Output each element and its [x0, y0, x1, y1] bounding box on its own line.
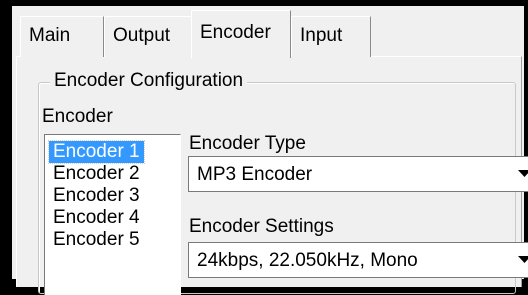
encoder-list[interactable]: Encoder 1 Encoder 2 Encoder 3 Encoder 4 … — [44, 134, 181, 295]
encoder-dialog: Main Output Encoder Input Encoder Config… — [12, 6, 528, 295]
tab-main[interactable]: Main — [20, 16, 104, 57]
list-item-encoder-3[interactable]: Encoder 3 — [49, 185, 144, 207]
encoder-type-label: Encoder Type — [189, 133, 306, 154]
encoder-settings-label: Encoder Settings — [189, 216, 334, 237]
tab-encoder[interactable]: Encoder — [191, 10, 291, 58]
chevron-down-icon[interactable] — [513, 157, 528, 191]
group-title: Encoder Configuration — [50, 70, 248, 92]
list-item-encoder-5[interactable]: Encoder 5 — [49, 229, 144, 251]
list-item-encoder-1[interactable]: Encoder 1 — [48, 140, 145, 164]
list-item-encoder-2[interactable]: Encoder 2 — [49, 163, 144, 185]
encoder-settings-select[interactable]: 24kbps, 22.050kHz, Mono — [188, 242, 528, 278]
tab-output-label: Output — [113, 25, 171, 46]
tab-encoder-label: Encoder — [200, 22, 271, 43]
tab-main-label: Main — [29, 25, 71, 46]
tab-output[interactable]: Output — [104, 16, 193, 57]
encoder-list-label: Encoder — [42, 106, 113, 127]
encoder-type-select[interactable]: MP3 Encoder — [188, 156, 528, 192]
list-item-encoder-4[interactable]: Encoder 4 — [49, 207, 144, 229]
chevron-down-icon[interactable] — [513, 243, 528, 277]
encoder-settings-value: 24kbps, 22.050kHz, Mono — [197, 250, 418, 271]
encoder-type-value: MP3 Encoder — [197, 164, 313, 185]
tab-input-label: Input — [300, 25, 343, 46]
tab-input[interactable]: Input — [291, 16, 371, 57]
